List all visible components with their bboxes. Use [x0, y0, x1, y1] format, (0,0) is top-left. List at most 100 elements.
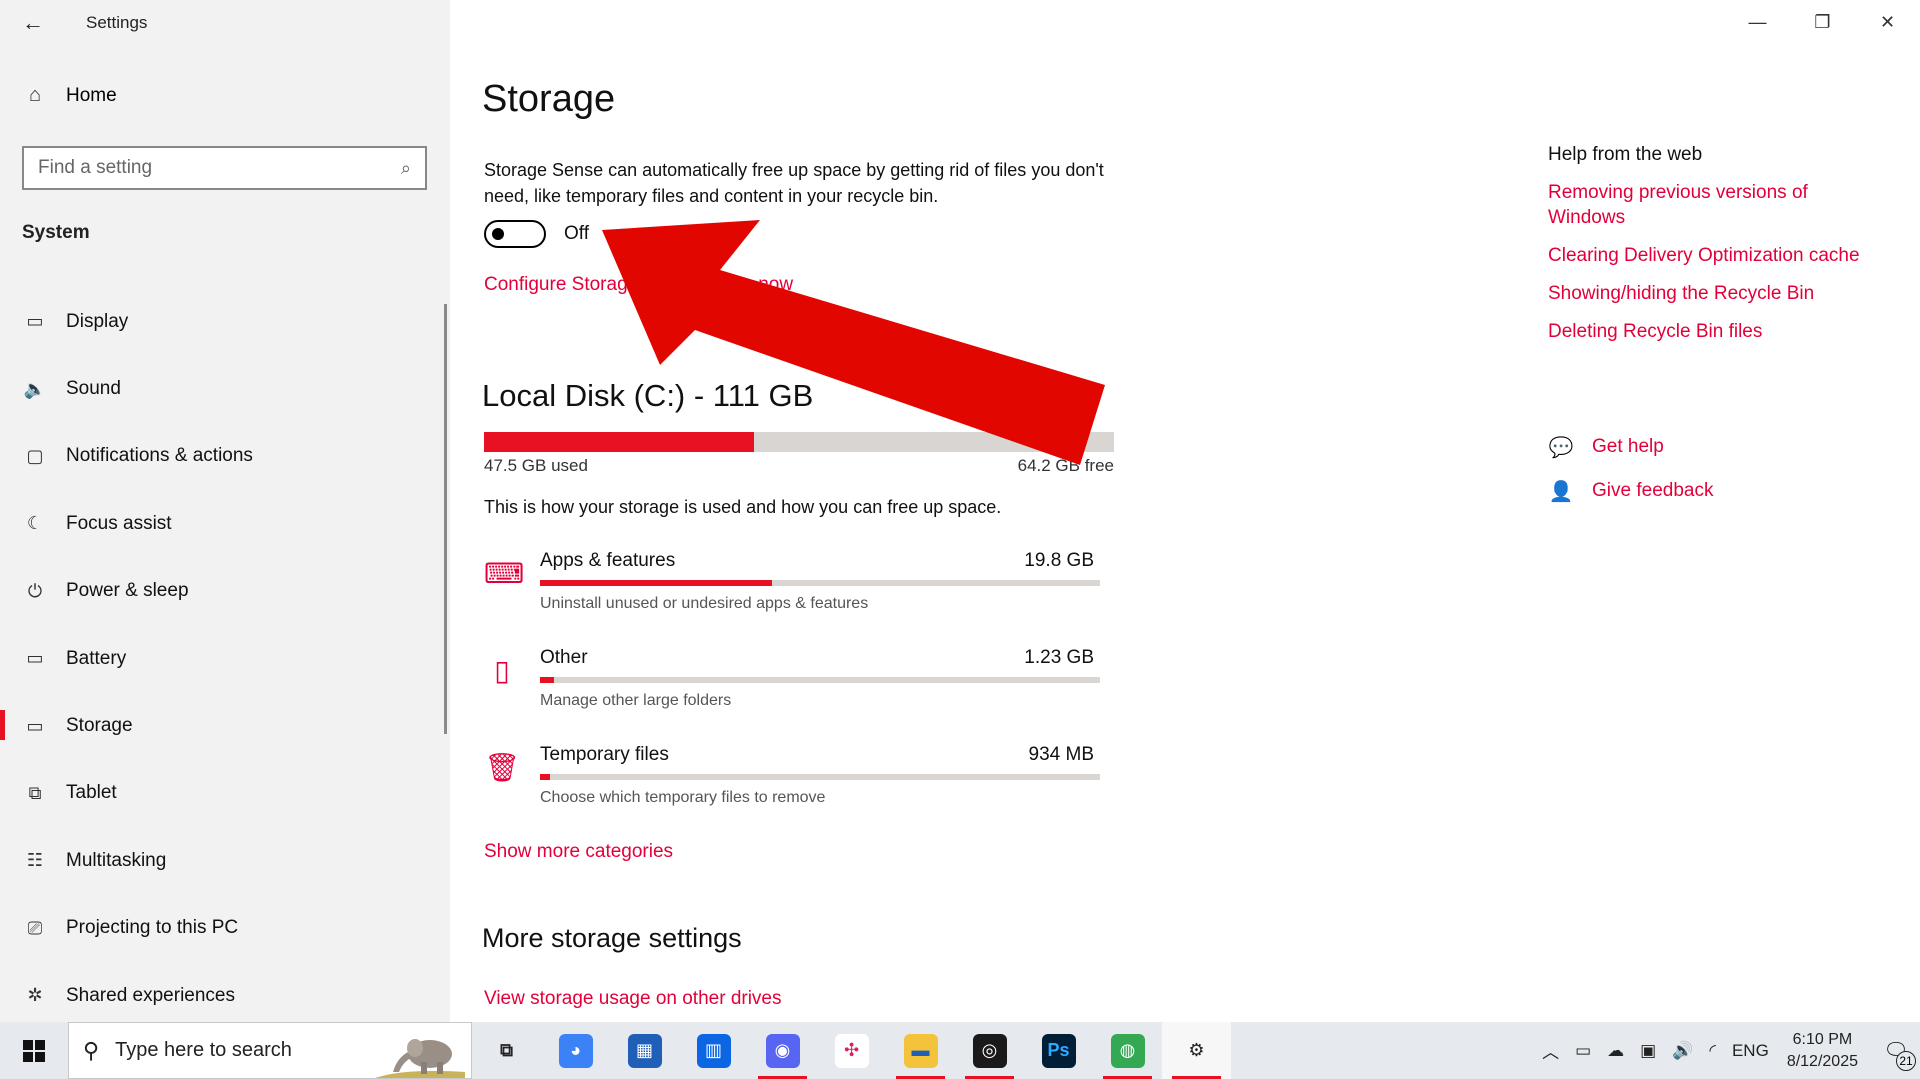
category-usage-bar [540, 580, 1100, 586]
cloud-icon[interactable]: ☁ [1607, 1041, 1624, 1061]
copilot-taskbar-button[interactable]: ◕ [541, 1022, 610, 1079]
disk-usage-fill [484, 432, 754, 452]
sidebar-item-sound[interactable]: 🔈 Sound [0, 355, 450, 422]
disk-usage-bar[interactable] [484, 432, 1114, 452]
sidebar-item-label: Notifications & actions [66, 445, 253, 467]
language-indicator[interactable]: ENG [1732, 1041, 1769, 1061]
discord-taskbar-button[interactable]: ◉ [748, 1022, 817, 1079]
task-view-icon: ⧉ [500, 1040, 513, 1060]
arrow-shape [602, 220, 1105, 465]
sidebar-item-display[interactable]: ▭ Display [0, 288, 450, 355]
volume-icon[interactable]: 🔊 [1672, 1041, 1693, 1061]
battery-tray-icon[interactable]: ▭ [1575, 1041, 1591, 1061]
chrome-taskbar-button[interactable]: ◍ [1093, 1022, 1162, 1079]
obs-taskbar-button[interactable]: ◎ [955, 1022, 1024, 1079]
find-setting-search[interactable]: ⌕ [22, 146, 427, 190]
slack-icon: ✣ [834, 1033, 869, 1068]
help-link-1[interactable]: Removing previous versions of Windows [1548, 180, 1888, 230]
storage-sense-toggle[interactable] [484, 220, 546, 248]
storage-category-temporary-files[interactable]: 🗑 Temporary files 934 MB Choose which tempo… [484, 744, 1104, 824]
view-other-drives-link[interactable]: View storage usage on other drives [484, 988, 782, 1010]
slack-taskbar-button[interactable]: ✣ [817, 1022, 886, 1079]
help-link-4[interactable]: Deleting Recycle Bin files [1548, 319, 1888, 344]
app-title: Settings [86, 13, 148, 32]
device-icon[interactable]: ▣ [1640, 1041, 1656, 1061]
give-feedback-link[interactable]: Give feedback [1592, 480, 1713, 502]
sidebar-item-tablet[interactable]: ⧉ Tablet [0, 760, 450, 827]
feedback-icon: 👤 [1548, 480, 1574, 503]
storage-sense-description: Storage Sense can automatically free up … [484, 160, 1104, 206]
show-more-categories-link[interactable]: Show more categories [484, 841, 673, 863]
category-size: 19.8 GB [1024, 550, 1094, 571]
help-panel: Help from the web Removing previous vers… [1548, 144, 1888, 357]
clock[interactable]: 6:10 PM 8/12/2025 [1787, 1029, 1858, 1073]
start-button[interactable] [0, 1022, 68, 1079]
sidebar-item-label: Power & sleep [66, 580, 189, 602]
keyboard-icon: ⌨ [484, 558, 525, 589]
sidebar-item-multitasking[interactable]: ☷ Multitasking [0, 827, 450, 894]
page-title: Storage [482, 78, 616, 120]
chevron-up-icon[interactable]: ︿ [1542, 1038, 1559, 1063]
settings-taskbar-button[interactable]: ⚙ [1162, 1022, 1231, 1079]
task-view-taskbar-button[interactable]: ⧉ [472, 1022, 541, 1079]
multitasking-icon: ☷ [26, 850, 44, 871]
sidebar-item-storage[interactable]: ▭ Storage [0, 692, 450, 759]
photoshop-taskbar-button[interactable]: Ps [1024, 1022, 1093, 1079]
sidebar-item-power-sleep[interactable]: ⏻ Power & sleep [0, 558, 450, 625]
wifi-icon[interactable]: ◜ [1709, 1041, 1716, 1061]
sidebar-item-projecting-to-this-pc[interactable]: ⎚ Projecting to this PC [0, 895, 450, 962]
sidebar-item-shared-experiences[interactable]: ✲ Shared experiences [0, 962, 450, 1029]
power-icon: ⏻ [27, 580, 43, 601]
sidebar-item-battery[interactable]: ▭ Battery [0, 625, 450, 692]
sidebar-item-label: Storage [66, 715, 133, 737]
run-now-link[interactable]: now [758, 274, 793, 296]
storage-category-apps-features[interactable]: ⌨ Apps & features 19.8 GB Uninstall unused … [484, 550, 1104, 630]
sidebar-item-label: Tablet [66, 782, 117, 804]
shared-icon: ✲ [27, 985, 43, 1006]
get-help-button[interactable]: 💬 Get help [1548, 425, 1713, 469]
sidebar-scrollbar[interactable] [444, 304, 447, 734]
give-feedback-button[interactable]: 👤 Give feedback [1548, 469, 1714, 513]
help-actions: 💬 Get help 👤 Give feedback [1548, 425, 1714, 513]
settings-icon: ⚙ [1188, 1040, 1205, 1060]
settings-sidebar: ← Settings ⌂ Home ⌕ System ▭ Display 🔈 Soun… [0, 0, 450, 1022]
tablet-icon: ⧉ [28, 782, 42, 803]
arrow-left-icon: ← [22, 10, 44, 35]
sidebar-item-label: Projecting to this PC [66, 917, 239, 939]
taskbar-search[interactable]: ⚲ [68, 1022, 472, 1079]
trash-icon: 🗑 [484, 752, 520, 783]
battery-icon: ▭ [26, 648, 44, 669]
storage-category-other[interactable]: ▯ Other 1.23 GB Manage other large folders [484, 647, 1104, 727]
configure-storage-sense-link[interactable]: Configure Storage [484, 274, 638, 296]
category-usage-fill [540, 774, 551, 780]
sidebar-item-home[interactable]: ⌂ Home [22, 84, 117, 107]
minimize-button[interactable]: — [1725, 0, 1790, 44]
category-name: Temporary files [540, 744, 669, 765]
help-link-3[interactable]: Showing/hiding the Recycle Bin [1548, 281, 1888, 306]
category-usage-bar [540, 677, 1100, 683]
microsoft-store-icon: ▦ [627, 1033, 662, 1068]
trello-taskbar-button[interactable]: ▥ [679, 1022, 748, 1079]
sidebar-item-label: Sound [66, 378, 121, 400]
notification-count-badge: 21 [1896, 1051, 1916, 1071]
back-button[interactable]: ← [0, 0, 66, 46]
get-help-link[interactable]: Get help [1592, 436, 1664, 458]
help-link-2[interactable]: Clearing Delivery Optimization cache [1548, 243, 1888, 268]
close-button[interactable]: ✕ [1855, 0, 1920, 44]
microsoft-store-taskbar-button[interactable]: ▦ [610, 1022, 679, 1079]
file-explorer-taskbar-button[interactable]: ▬ [886, 1022, 955, 1079]
search-icon[interactable]: ⌕ [401, 158, 411, 179]
category-usage-fill [540, 677, 554, 683]
system-tray: ︿ ▭ ☁ ▣ 🔊 ◜ ENG 6:10 PM 8/12/2025 🗨 21 [1534, 1022, 1920, 1079]
sidebar-item-notifications-actions[interactable]: ▢ Notifications & actions [0, 423, 450, 490]
moon-icon: ☾ [26, 513, 44, 534]
restore-button[interactable]: ❐ [1790, 0, 1855, 44]
taskbar-search-input[interactable] [115, 1039, 376, 1062]
sidebar-item-focus-assist[interactable]: ☾ Focus assist [0, 490, 450, 557]
help-title: Help from the web [1548, 144, 1703, 165]
category-usage-bar [540, 774, 1100, 780]
find-setting-input[interactable] [38, 157, 401, 179]
action-center-button[interactable]: 🗨 21 [1872, 1022, 1920, 1079]
folder-icon: ▯ [494, 655, 510, 686]
disk-title: Local Disk (C:) - 111 GB [482, 378, 814, 413]
